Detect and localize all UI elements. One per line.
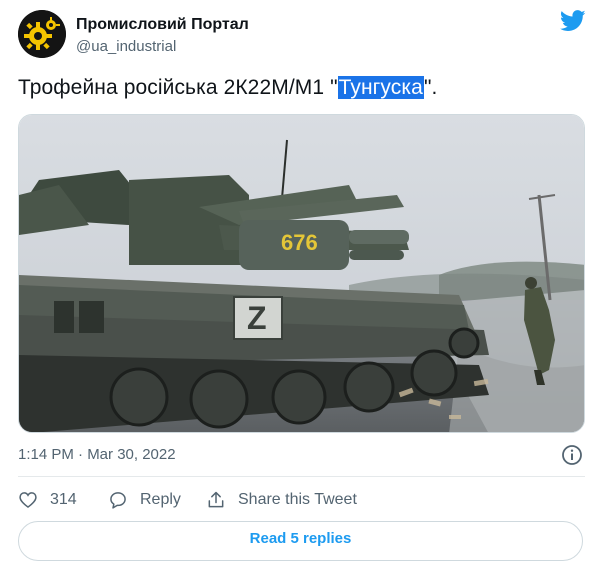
reply-icon bbox=[110, 492, 126, 509]
read-replies-button[interactable]: Read 5 replies bbox=[18, 521, 583, 561]
tweet-timestamp[interactable]: 1:14 PM · Mar 30, 2022 bbox=[18, 446, 176, 463]
reply-button[interactable]: Reply bbox=[108, 487, 181, 513]
heart-icon bbox=[19, 492, 37, 509]
tweet-text-start: Трофейна російська 2К22М/М1 " bbox=[18, 76, 338, 99]
gear-logo-icon bbox=[18, 10, 66, 58]
tweet-text: Трофейна російська 2К22М/М1 "Тунгуска". bbox=[18, 76, 437, 100]
tweet-photo[interactable]: 676 Z bbox=[18, 114, 585, 433]
tweet-header: Промисловий Портал @ua_industrial bbox=[18, 8, 588, 62]
divider bbox=[18, 476, 585, 477]
twitter-bird-icon[interactable] bbox=[559, 10, 586, 32]
share-button[interactable]: Share this Tweet bbox=[206, 487, 357, 513]
tweet-actions: 314 Reply Share this Tweet bbox=[18, 487, 588, 513]
author-name[interactable]: Промисловий Портал bbox=[76, 16, 249, 34]
share-label: Share this Tweet bbox=[238, 491, 357, 508]
like-button[interactable]: 314 bbox=[18, 487, 77, 513]
vehicle-number-text: 676 bbox=[281, 230, 318, 255]
like-count: 314 bbox=[50, 491, 77, 508]
tweet-text-selection: Тунгуска bbox=[337, 76, 424, 99]
info-icon[interactable] bbox=[561, 444, 583, 466]
vehicle-mark-text: Z bbox=[247, 300, 267, 336]
reply-label: Reply bbox=[140, 491, 181, 508]
share-icon bbox=[208, 491, 224, 508]
avatar[interactable] bbox=[18, 10, 66, 58]
author-handle[interactable]: @ua_industrial bbox=[76, 38, 176, 55]
tweet-text-end: ". bbox=[423, 76, 438, 99]
